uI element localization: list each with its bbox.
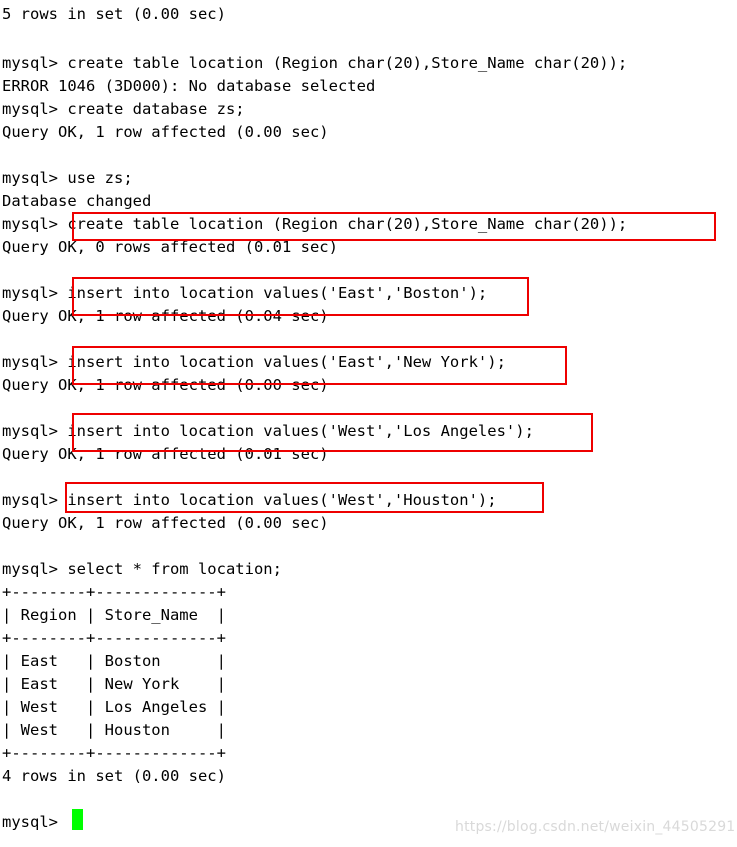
terminal-line-table-row: | East | New York |	[2, 675, 226, 693]
terminal-line-table-rule: +--------+-------------+	[2, 583, 226, 601]
terminal-cursor	[72, 809, 83, 830]
terminal-line-command: mysql> insert into location values('East…	[2, 353, 506, 371]
terminal-line-table-header: | Region | Store_Name |	[2, 606, 226, 624]
terminal-line-command: mysql> create table location (Region cha…	[2, 215, 628, 233]
terminal-line-table-rule: +--------+-------------+	[2, 744, 226, 762]
terminal-line-command: mysql> create database zs;	[2, 100, 245, 118]
terminal-line-result: Database changed	[2, 192, 152, 210]
terminal-window[interactable]: 5 rows in set (0.00 sec) mysql> create ta…	[0, 0, 737, 847]
terminal-line-result: Query OK, 1 row affected (0.00 sec)	[2, 123, 329, 141]
terminal-line-error: ERROR 1046 (3D000): No database selected	[2, 77, 376, 95]
terminal-line-table-row: | West | Los Angeles |	[2, 698, 226, 716]
terminal-line-result: 4 rows in set (0.00 sec)	[2, 767, 226, 785]
terminal-line-command: mysql> select * from location;	[2, 560, 282, 578]
terminal-line-table-row: | West | Houston |	[2, 721, 226, 739]
terminal-line-table-rule: +--------+-------------+	[2, 629, 226, 647]
terminal-line-command: mysql> create table location (Region cha…	[2, 54, 628, 72]
terminal-line-prompt: mysql>	[2, 813, 58, 831]
terminal-line-result: Query OK, 1 row affected (0.00 sec)	[2, 514, 329, 532]
terminal-line-result: Query OK, 1 row affected (0.04 sec)	[2, 307, 329, 325]
terminal-line-command: mysql> insert into location values('West…	[2, 422, 534, 440]
terminal-line-command: mysql> use zs;	[2, 169, 133, 187]
terminal-line-command: mysql> insert into location values('West…	[2, 491, 497, 509]
terminal-line-result: Query OK, 1 row affected (0.01 sec)	[2, 445, 329, 463]
terminal-line-result: Query OK, 0 rows affected (0.01 sec)	[2, 238, 338, 256]
watermark-text: https://blog.csdn.net/weixin_44505291	[455, 819, 736, 835]
terminal-line-command: mysql> insert into location values('East…	[2, 284, 488, 302]
terminal-line-result: 5 rows in set (0.00 sec)	[2, 5, 226, 23]
terminal-line-table-row: | East | Boston |	[2, 652, 226, 670]
terminal-line-result: Query OK, 1 row affected (0.00 sec)	[2, 376, 329, 394]
